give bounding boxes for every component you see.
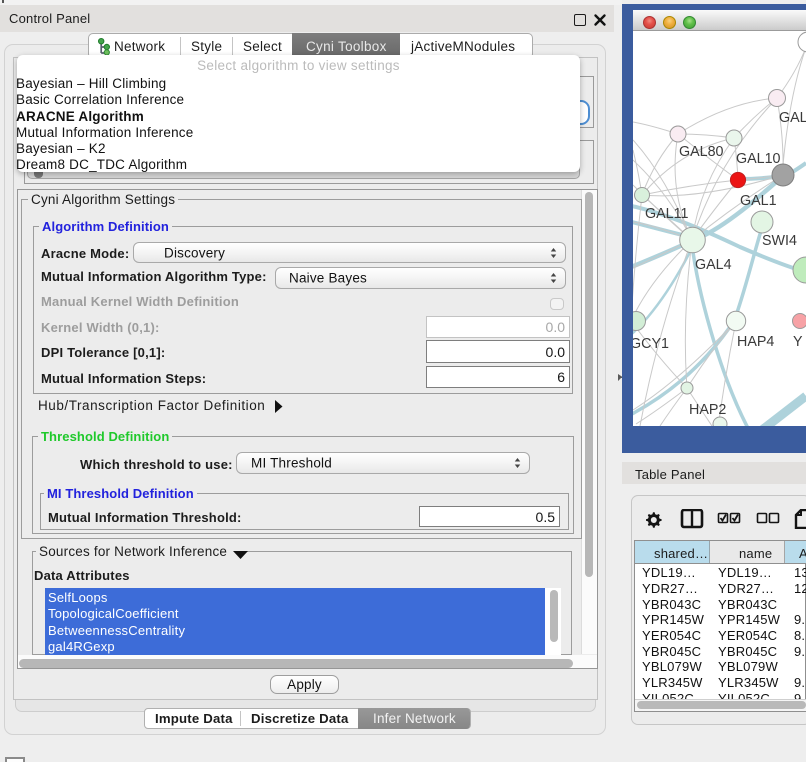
svg-text:Y: Y [793,334,803,350]
svg-text:GAL1: GAL1 [740,193,777,209]
svg-text:GCY1: GCY1 [633,336,669,352]
svg-text:GAL10: GAL10 [736,151,781,167]
svg-text:HAP4: HAP4 [737,334,774,350]
svg-text:GAL2: GAL2 [779,110,806,126]
svg-text:GAL4: GAL4 [695,257,732,273]
svg-text:GAL11: GAL11 [645,206,688,222]
svg-text:HAP2: HAP2 [689,402,726,418]
svg-text:GAL80: GAL80 [679,144,724,160]
svg-text:SWI4: SWI4 [762,233,797,249]
